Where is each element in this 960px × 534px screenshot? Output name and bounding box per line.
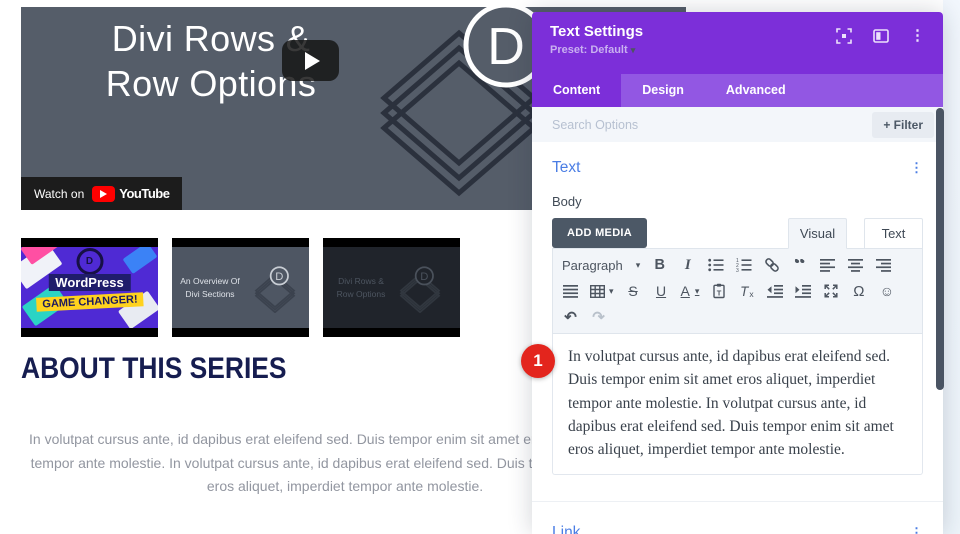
- paragraph-style-dropdown[interactable]: Paragraph ▾: [562, 257, 640, 273]
- text-color-button[interactable]: A ▾: [681, 283, 700, 299]
- youtube-wordmark: YouTube: [119, 186, 169, 201]
- svg-text:D: D: [421, 270, 429, 282]
- paste-as-text-button[interactable]: T: [710, 283, 727, 299]
- video-thumbnail-wordpress[interactable]: D WordPress GAME CHANGER!: [21, 238, 158, 337]
- link-section-kebab-icon[interactable]: ⋮: [910, 525, 923, 534]
- tab-advanced[interactable]: Advanced: [705, 74, 807, 107]
- align-left-button[interactable]: [819, 257, 836, 273]
- svg-text:D: D: [275, 270, 283, 282]
- table-button[interactable]: ▾: [590, 283, 614, 299]
- divi-logo-small: D: [394, 263, 446, 313]
- editor-toolbar: Paragraph ▾ B I 1 2: [552, 248, 923, 334]
- play-icon: [305, 52, 320, 70]
- clear-formatting-button[interactable]: Tx: [738, 283, 755, 299]
- thumbnail-title: Divi Rows & Row Options: [337, 275, 386, 301]
- video-play-button[interactable]: [282, 40, 339, 81]
- kebab-menu-icon[interactable]: ⋮: [910, 28, 925, 44]
- divi-builder-screen: Divi Rows & Row Options D Watch on YouTu…: [0, 0, 960, 534]
- tab-content[interactable]: Content: [532, 74, 621, 107]
- numbered-list-button[interactable]: 1 2 3: [735, 257, 752, 273]
- redo-button[interactable]: ↷: [590, 309, 607, 325]
- thumbnail-title: An Overview Of Divi Sections: [180, 275, 240, 301]
- editor-tab-text[interactable]: Text: [864, 218, 923, 249]
- panel-title: Text Settings: [550, 23, 643, 40]
- svg-text:3: 3: [736, 268, 739, 272]
- bullet-list-button[interactable]: [707, 257, 724, 273]
- special-character-button[interactable]: Ω: [850, 283, 867, 299]
- align-right-button[interactable]: [875, 257, 892, 273]
- youtube-logo-icon: [92, 186, 115, 202]
- underline-button[interactable]: U: [653, 283, 670, 299]
- chevron-down-icon: ▾: [636, 260, 641, 271]
- tab-design[interactable]: Design: [621, 74, 705, 107]
- chevron-down-icon: ▾: [609, 286, 614, 297]
- chevron-down-icon: ▾: [695, 286, 700, 297]
- editor-content[interactable]: In volutpat cursus ante, id dapibus erat…: [552, 334, 923, 475]
- focus-mode-icon[interactable]: [836, 28, 852, 48]
- panel-header: Text Settings Preset: Default ▾: [532, 12, 943, 74]
- video-thumbnail-divi-rows[interactable]: Divi Rows & Row Options D: [323, 238, 460, 337]
- video-thumbnail-divi-sections[interactable]: An Overview Of Divi Sections D: [172, 238, 309, 337]
- panel-layout-icon[interactable]: [873, 28, 889, 48]
- section-divider: [532, 501, 943, 502]
- text-section-title[interactable]: Text: [552, 159, 580, 177]
- filter-button[interactable]: + Filter: [872, 112, 934, 138]
- link-section-title[interactable]: Link: [552, 524, 580, 534]
- emoticon-button[interactable]: ☺: [878, 283, 895, 299]
- undo-button[interactable]: ↶: [562, 309, 579, 325]
- align-center-button[interactable]: [847, 257, 864, 273]
- fullscreen-button[interactable]: [822, 283, 839, 299]
- thumbnail-title: WordPress: [48, 274, 130, 291]
- indent-button[interactable]: [794, 283, 811, 299]
- video-thumbnail-row: D WordPress GAME CHANGER! An Overview Of…: [21, 238, 460, 337]
- watch-on-youtube-button[interactable]: Watch on YouTube: [21, 177, 182, 210]
- italic-button[interactable]: I: [679, 257, 696, 273]
- search-options-input[interactable]: [550, 117, 774, 133]
- svg-text:D: D: [487, 18, 525, 76]
- collage-shape: [123, 247, 158, 274]
- panel-content: Text ⋮ Body ADD MEDIA Visual Text Paragr…: [532, 142, 943, 534]
- editor-tab-visual[interactable]: Visual: [788, 218, 847, 249]
- divi-logo-small: D: [249, 263, 301, 313]
- outdent-button[interactable]: [766, 283, 783, 299]
- svg-text:T: T: [717, 288, 722, 297]
- text-section-kebab-icon[interactable]: ⋮: [910, 160, 923, 176]
- page-background-strip: [943, 0, 960, 534]
- text-settings-panel: Text Settings Preset: Default ▾: [532, 12, 943, 534]
- body-field-label: Body: [552, 194, 923, 209]
- search-row: + Filter: [532, 107, 943, 142]
- bold-button[interactable]: B: [651, 257, 668, 273]
- watch-on-label: Watch on: [34, 187, 84, 201]
- strikethrough-button[interactable]: S: [625, 283, 642, 299]
- preset-selector[interactable]: Preset: Default ▾: [550, 44, 643, 56]
- justify-button[interactable]: [562, 283, 579, 299]
- about-heading: ABOUT THIS SERIES: [21, 352, 286, 386]
- blockquote-button[interactable]: “: [791, 259, 808, 272]
- divi-ring-icon: D: [76, 248, 103, 275]
- link-button[interactable]: [763, 257, 780, 273]
- add-media-button[interactable]: ADD MEDIA: [552, 218, 647, 248]
- panel-tab-bar: Content Design Advanced: [532, 74, 943, 107]
- annotation-badge-1: 1: [521, 344, 555, 378]
- chevron-down-icon: ▾: [631, 45, 636, 55]
- panel-scrollbar[interactable]: [936, 108, 944, 390]
